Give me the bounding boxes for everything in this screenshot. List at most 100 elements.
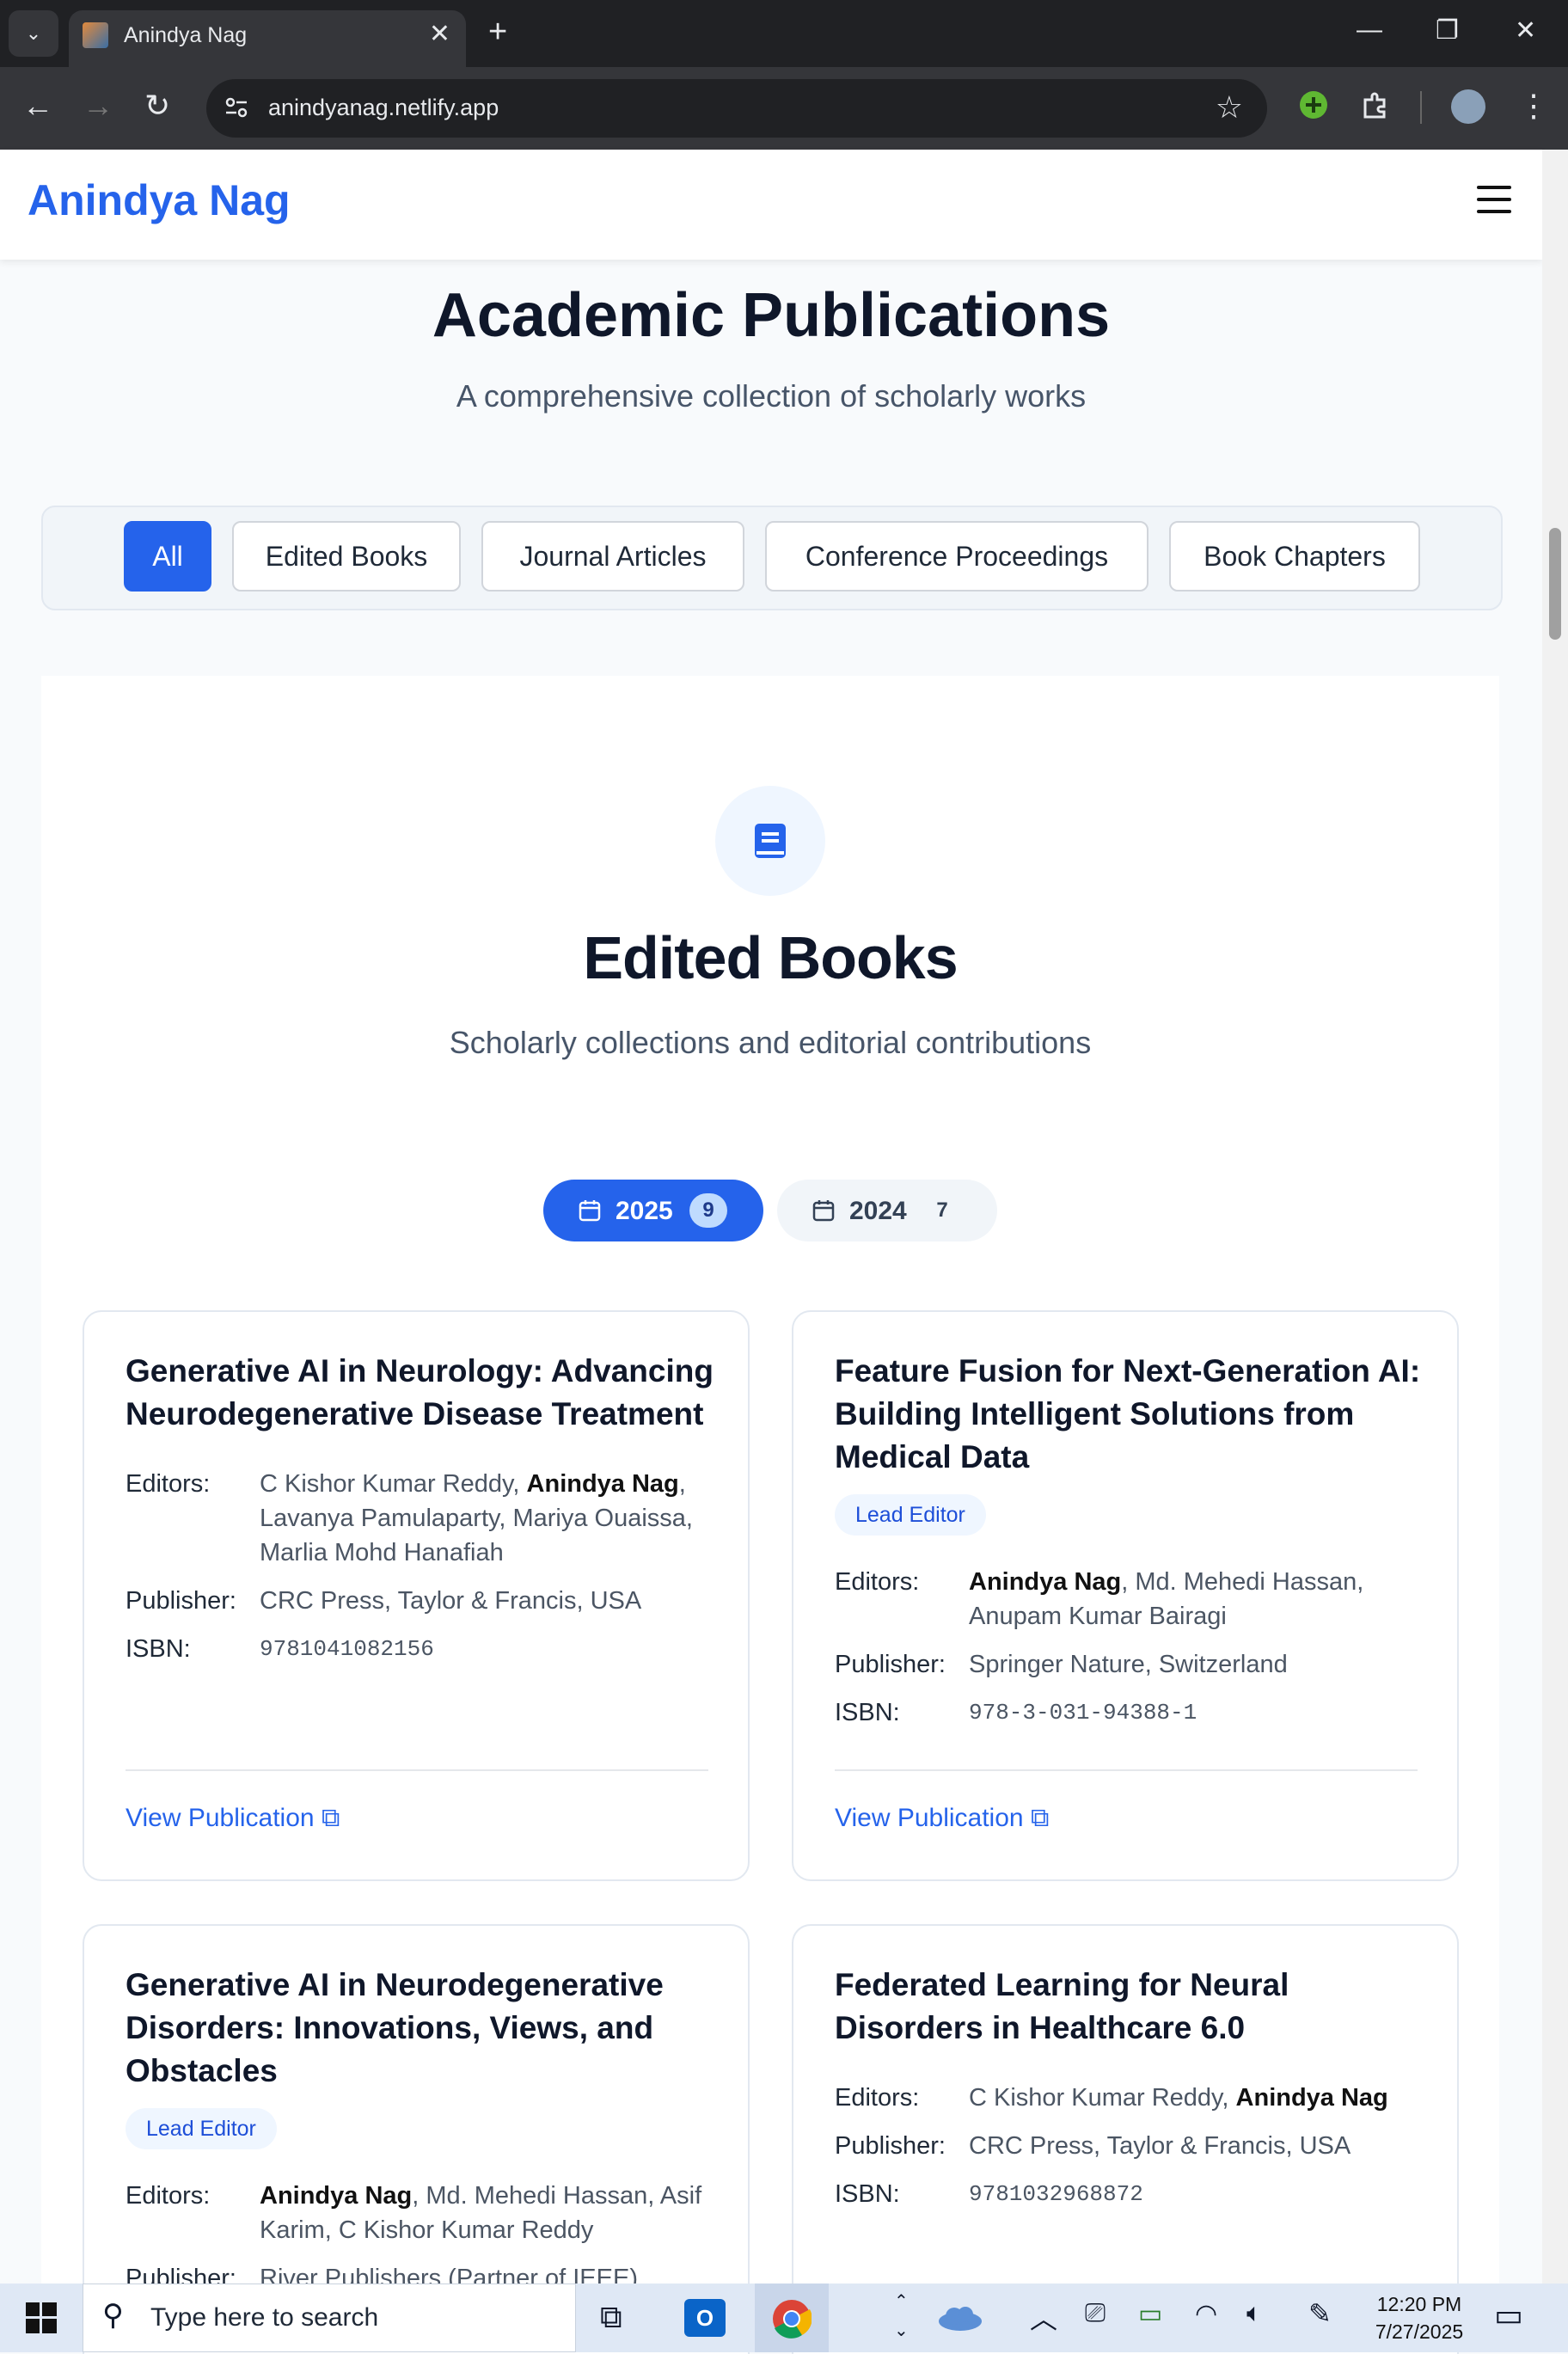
task-view-icon[interactable]: ⧉ xyxy=(600,2299,622,2336)
battery-icon[interactable]: ▭ xyxy=(1138,2299,1162,2329)
hamburger-menu-icon[interactable] xyxy=(1477,186,1511,222)
extensions-puzzle-icon[interactable] xyxy=(1360,89,1391,120)
minimize-icon[interactable]: — xyxy=(1357,15,1382,45)
filter-edited-books[interactable]: Edited Books xyxy=(232,521,461,592)
publication-title: Federated Learning for Neural Disorders … xyxy=(835,1967,1289,2045)
year-count-badge: 7 xyxy=(936,1198,948,1222)
scrollbar-thumb[interactable] xyxy=(1549,528,1561,640)
editors-value: Anindya Nag, Md. Mehedi Hassan, Anupam K… xyxy=(969,1568,1364,1630)
editors-value: C Kishor Kumar Reddy, Anindya Nag, Lavan… xyxy=(260,1470,693,1566)
address-bar[interactable]: anindyanag.netlify.app ☆ xyxy=(206,79,1267,138)
tab-close-icon[interactable]: ✕ xyxy=(429,19,450,49)
lead-editor-badge: Lead Editor xyxy=(835,1494,986,1536)
notification-icon[interactable]: ▭ xyxy=(1494,2297,1523,2333)
publisher-value: CRC Press, Taylor & Francis, USA xyxy=(260,1587,642,1615)
bookmark-star-icon[interactable]: ☆ xyxy=(1216,89,1243,126)
clock-date: 7/27/2025 xyxy=(1375,2320,1464,2343)
editors-value: C Kishor Kumar Reddy, Anindya Nag xyxy=(969,2084,1388,2112)
isbn-label: ISBN: xyxy=(835,1699,900,1726)
year-count-badge: 9 xyxy=(689,1193,727,1228)
page-scrollbar[interactable] xyxy=(1542,150,1568,2284)
year-tab-2025[interactable]: 2025 9 xyxy=(543,1180,763,1241)
publication-card: Generative AI in Neurology: Advancing Ne… xyxy=(83,1310,750,1881)
filter-journal-articles[interactable]: Journal Articles xyxy=(481,521,744,592)
chrome-taskbar-button[interactable] xyxy=(755,2284,829,2352)
tray-chevron-icon[interactable]: ︿ xyxy=(1030,2297,1057,2337)
outlook-icon[interactable]: O xyxy=(684,2299,726,2337)
isbn-label: ISBN: xyxy=(835,2180,900,2208)
onedrive-cloud-icon[interactable] xyxy=(937,2304,983,2332)
external-link-icon: ⧉ xyxy=(321,1804,340,1832)
calendar-icon xyxy=(812,1200,835,1222)
pen-icon[interactable]: ✎ xyxy=(1308,2297,1332,2330)
editors-label: Editors: xyxy=(126,2182,211,2210)
calendar-icon xyxy=(579,1200,601,1222)
taskbar-search-box[interactable]: ⚲ Type here to search xyxy=(83,2284,576,2352)
url-text: anindyanag.netlify.app xyxy=(268,95,499,120)
extension-green-icon[interactable] xyxy=(1298,89,1329,120)
meet-icon[interactable]: ⎚ xyxy=(1085,2299,1106,2328)
taskbar-scroll-icon[interactable]: ⌃ ⌄ xyxy=(894,2287,909,2345)
year-tab-2024[interactable]: 2024 7 xyxy=(777,1180,997,1241)
editors-label: Editors: xyxy=(126,1470,211,1498)
page-subtitle: A comprehensive collection of scholarly … xyxy=(456,378,1087,414)
new-tab-button[interactable]: + xyxy=(488,14,507,51)
external-link-icon: ⧉ xyxy=(1030,1804,1050,1832)
back-icon[interactable]: ← xyxy=(22,88,53,124)
editors-label: Editors: xyxy=(835,1568,920,1596)
book-icon xyxy=(755,824,786,858)
browser-tabstrip: ⌄ Anindya Nag ✕ + — ❐ ✕ xyxy=(0,0,1568,67)
filter-conference-proceedings[interactable]: Conference Proceedings xyxy=(765,521,1148,592)
view-publication-link[interactable]: View Publication ⧉ xyxy=(126,1804,340,1833)
chrome-icon xyxy=(773,2300,812,2339)
card-divider xyxy=(126,1769,708,1771)
publisher-label: Publisher: xyxy=(126,1587,236,1615)
tab-title: Anindya Nag xyxy=(124,23,248,47)
windows-taskbar: ⚲ Type here to search ⧉ O ⌃ ⌄ ︿ ⎚ ▭ ◠ 🔈︎ … xyxy=(0,2284,1568,2352)
wifi-icon[interactable]: ◠ xyxy=(1195,2299,1217,2329)
clock-time: 12:20 PM xyxy=(1376,2293,1462,2315)
tab-favicon-icon xyxy=(83,22,108,48)
site-info-icon[interactable] xyxy=(224,95,249,120)
publication-card: Feature Fusion for Next-Generation AI: B… xyxy=(792,1310,1459,1881)
editors-row: Editors: C Kishor Kumar Reddy, Anindya N… xyxy=(126,1467,719,1579)
editors-row: Editors: Anindya Nag, Md. Mehedi Hassan,… xyxy=(126,2179,719,2256)
publication-filter-bar: All Edited Books Journal Articles Confer… xyxy=(41,506,1503,610)
toolbar-divider xyxy=(1420,91,1422,124)
site-header: Anindya Nag xyxy=(0,150,1542,260)
editors-label: Editors: xyxy=(835,2084,920,2112)
search-placeholder: Type here to search xyxy=(150,2303,379,2332)
reload-icon[interactable]: ↻ xyxy=(144,88,170,124)
site-brand[interactable]: Anindya Nag xyxy=(28,175,291,225)
taskbar-clock[interactable]: 12:20 PM 7/27/2025 xyxy=(1372,2290,1467,2345)
card-divider xyxy=(835,1769,1418,1771)
search-icon: ⚲ xyxy=(102,2299,124,2332)
page-title: Academic Publications xyxy=(432,281,1111,350)
year-label: 2024 xyxy=(849,1197,907,1225)
volume-icon[interactable]: 🔈︎ xyxy=(1246,2299,1262,2328)
windows-start-icon[interactable] xyxy=(26,2302,57,2333)
profile-avatar[interactable] xyxy=(1451,89,1485,124)
publisher-label: Publisher: xyxy=(835,2132,946,2160)
view-publication-link[interactable]: View Publication ⧉ xyxy=(835,1804,1049,1833)
isbn-value: 9781041082156 xyxy=(260,1636,434,1662)
filter-book-chapters[interactable]: Book Chapters xyxy=(1169,521,1420,592)
publisher-label: Publisher: xyxy=(835,1651,946,1678)
lead-editor-badge: Lead Editor xyxy=(126,2108,277,2149)
publication-title: Generative AI in Neurodegenerative Disor… xyxy=(126,1967,664,2088)
tab-search-button[interactable]: ⌄ xyxy=(9,10,58,57)
section-title: Edited Books xyxy=(583,924,958,991)
publisher-value: Springer Nature, Switzerland xyxy=(969,1651,1288,1678)
restore-icon[interactable]: ❐ xyxy=(1436,15,1459,46)
section-icon-circle xyxy=(715,786,825,896)
browser-toolbar: ← → ↻ anindyanag.netlify.app ☆ ⋮ xyxy=(0,67,1568,150)
browser-tab[interactable]: Anindya Nag ✕ xyxy=(69,10,466,67)
isbn-value: 9781032968872 xyxy=(969,2181,1143,2207)
forward-icon[interactable]: → xyxy=(83,88,113,124)
year-label: 2025 xyxy=(616,1197,673,1225)
isbn-label: ISBN: xyxy=(126,1635,191,1663)
filter-all[interactable]: All xyxy=(124,521,211,592)
window-close-icon[interactable]: ✕ xyxy=(1515,15,1536,46)
browser-menu-icon[interactable]: ⋮ xyxy=(1518,88,1549,124)
section-subtitle: Scholarly collections and editorial cont… xyxy=(449,1025,1092,1060)
